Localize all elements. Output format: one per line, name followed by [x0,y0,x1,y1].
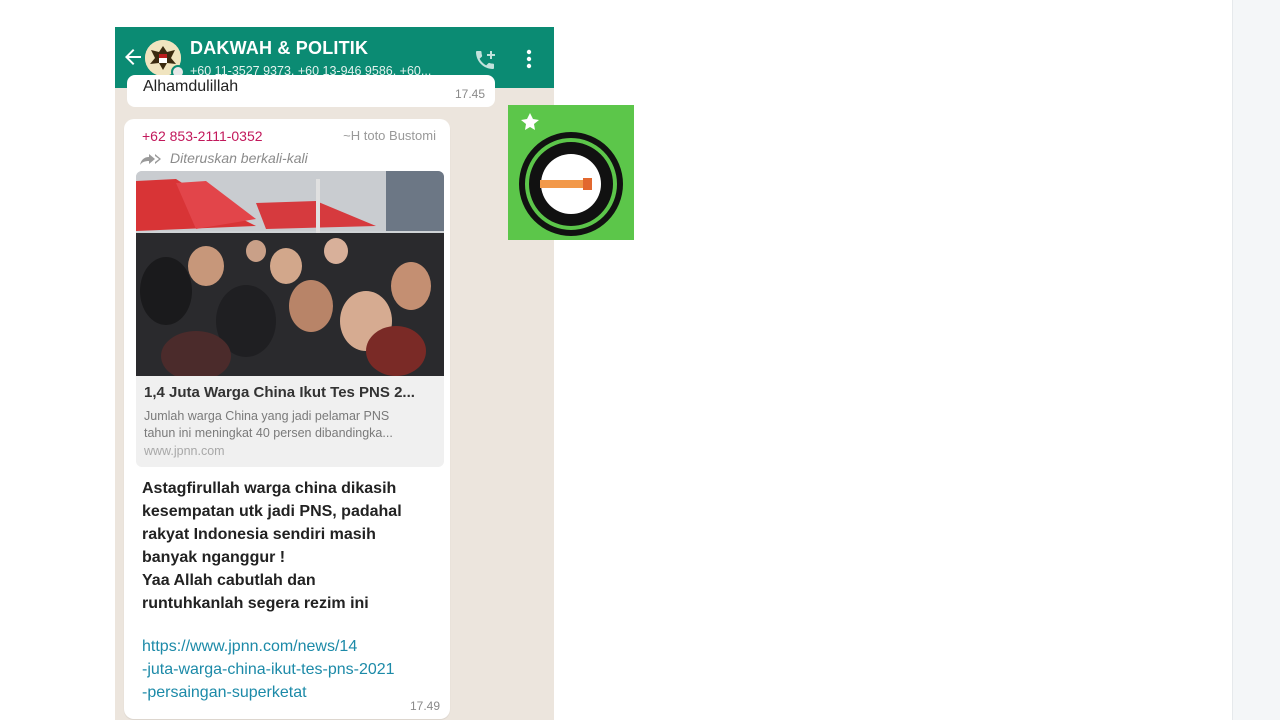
forwarded-many-icon [140,154,161,165]
previous-message-time: 17.45 [454,87,485,101]
message-bubble[interactable]: +62 853-2111-0352 ~H toto Bustomi Diteru… [124,119,450,719]
message-url-link[interactable]: https://www.jpnn.com/news/14 -juta-warga… [142,635,442,704]
url-line[interactable]: -persaingan-superketat [142,681,442,704]
link-preview-title: 1,4 Juta Warga China Ikut Tes PNS 2... [144,384,415,401]
message-line: Yaa Allah cabutlah dan [142,572,316,589]
message-text: Astagfirullah warga china dikasih kesemp… [142,477,442,615]
link-preview-description-line: tahun ini meningkat 40 persen dibandingk… [144,426,393,440]
previous-message-bubble[interactable]: Alhamdulillah 17.45 [127,75,495,107]
message-line: banyak nganggur ! [142,549,286,566]
ifcn-signatory-seal-icon [508,105,634,240]
ifcn-signatory-badge [508,105,634,240]
message-line: runtuhkanlah segera rezim ini [142,595,369,612]
url-line[interactable]: https://www.jpnn.com/news/14 [142,635,442,658]
forwarded-label: Diteruskan berkali-kali [170,150,308,166]
message-time: 17.49 [409,699,440,713]
whatsapp-chat-screen: DAKWAH & POLITIK +60 11-3527 9373, +60 1… [115,27,554,720]
group-title[interactable]: DAKWAH & POLITIK [190,38,368,59]
add-call-icon[interactable] [473,48,497,72]
back-arrow-icon[interactable] [121,45,145,69]
previous-message-text: Alhamdulillah [143,78,239,95]
message-line: rakyat Indonesia sendiri masih [142,526,376,543]
crowd-news-photo [136,171,444,376]
message-line: kesempatan utk jadi PNS, padahal [142,503,402,520]
link-preview-domain: www.jpnn.com [144,444,225,458]
message-line: Astagfirullah warga china dikasih [142,480,397,497]
url-line[interactable]: -juta-warga-china-ikut-tes-pns-2021 [142,658,442,681]
more-options-icon[interactable] [524,47,534,71]
link-preview-description: Jumlah warga China yang jadi pelamar PNS… [144,408,436,442]
sender-name: ~H toto Bustomi [343,128,436,143]
forwarded-row: Diteruskan berkali-kali [140,149,466,169]
sender-phone[interactable]: +62 853-2111-0352 [142,128,263,144]
right-scrollbar-panel [1232,0,1280,720]
link-preview-card[interactable]: 1,4 Juta Warga China Ikut Tes PNS 2... J… [136,171,444,467]
link-preview-description-line: Jumlah warga China yang jadi pelamar PNS [144,409,390,423]
